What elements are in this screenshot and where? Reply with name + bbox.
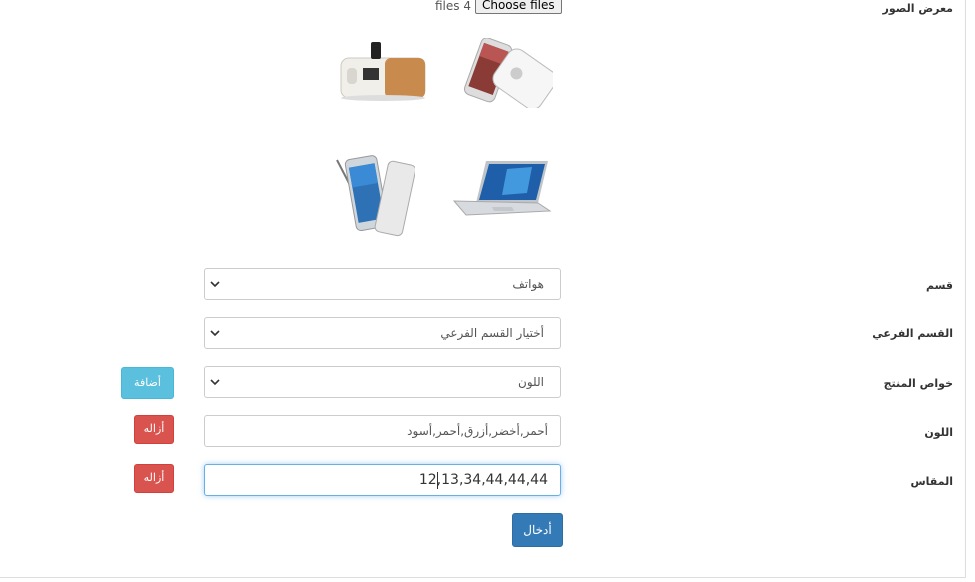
choose-files-button[interactable]: Choose files: [474, 0, 562, 14]
speaker-dock-image: [340, 42, 426, 101]
subcategory-select[interactable]: أختيار القسم الفرعي: [204, 317, 561, 349]
submit-button[interactable]: أدخال: [512, 513, 563, 547]
color-input[interactable]: أحمر,أخضر,أزرق,أحمر,أسود: [204, 415, 561, 447]
color-label: اللون: [924, 426, 953, 439]
chevron-down-icon: [210, 379, 220, 386]
subcategory-value: أختيار القسم الفرعي: [440, 326, 544, 340]
category-select[interactable]: هواتف: [204, 268, 561, 300]
size-value: 12,13,34,44,44,44: [418, 472, 548, 488]
vertical-divider: [965, 0, 966, 578]
properties-select[interactable]: اللون: [204, 366, 561, 398]
chevron-down-icon: [210, 281, 220, 288]
color-value: أحمر,أخضر,أزرق,أحمر,أسود: [407, 424, 548, 438]
size-label: المقاس: [910, 475, 953, 488]
file-count-text: files 4: [435, 0, 471, 13]
stylus-phone-image: [336, 155, 415, 237]
chevron-down-icon: [210, 330, 220, 337]
gallery-label: معرض الصور: [882, 2, 953, 15]
remove-color-button[interactable]: أزاله: [134, 415, 174, 444]
size-input[interactable]: 12,13,34,44,44,44: [204, 464, 561, 496]
laptop-image: [452, 161, 552, 216]
category-value: هواتف: [512, 277, 544, 291]
file-input[interactable]: files 4 Choose files: [435, 0, 562, 14]
properties-value: اللون: [518, 375, 544, 389]
subcategory-label: القسم الفرعي: [872, 327, 953, 340]
properties-label: خواص المنتج: [883, 377, 953, 390]
add-property-button[interactable]: أضافة: [121, 367, 174, 399]
remove-size-button[interactable]: أزاله: [134, 464, 174, 493]
divider: [0, 577, 965, 578]
smartphone-image: [463, 38, 553, 108]
category-label: قسم: [925, 279, 953, 292]
